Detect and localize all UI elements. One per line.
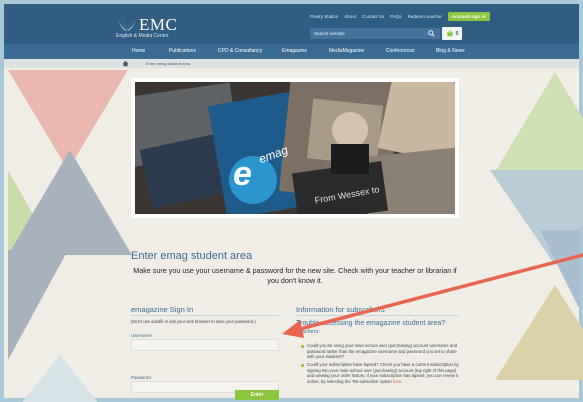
basket-button[interactable]: 0 (442, 27, 462, 40)
enter-button[interactable]: Enter (235, 390, 279, 400)
basket-icon (446, 30, 453, 37)
top-links: Poetry Station About Contact Us FAQs Red… (310, 12, 490, 21)
hero-banner: e emag From Wessex to (131, 78, 459, 218)
background-triangle (8, 150, 132, 255)
top-link-contact[interactable]: Contact Us (362, 14, 384, 19)
logo-subtitle: English & Media Centre (116, 33, 169, 39)
username-label: Username (131, 333, 152, 338)
info-bullet-text: Could your subscription have lapsed? Che… (307, 362, 459, 384)
main-content: Enter emag student area Make sure you us… (131, 250, 459, 400)
background-triangle (20, 355, 100, 402)
trouble-heading: Trouble accessing the emagazine student … (296, 320, 446, 327)
info-bullet: Could your subscription have lapsed? Che… (301, 362, 459, 384)
search-box (310, 28, 440, 39)
nav-conferences[interactable]: Conferences (386, 48, 414, 54)
account-sign-in-button[interactable]: Account sign in (447, 12, 490, 21)
divider (296, 315, 459, 316)
breadcrumb-current: Enter emag student area (146, 61, 191, 66)
top-link-about[interactable]: About (344, 14, 356, 19)
top-link-faqs[interactable]: FAQs (390, 14, 401, 19)
background-triangle (495, 72, 583, 172)
breadcrumb: Enter emag student area (4, 59, 579, 68)
page-title: Enter emag student area (131, 250, 253, 262)
background-triangle (8, 250, 68, 360)
username-input[interactable] (131, 339, 279, 351)
info-bullet: Could you be using your main school user… (301, 343, 459, 360)
basket-count: 0 (455, 30, 459, 37)
magazine-collage-image: e emag From Wessex to (135, 82, 455, 214)
search-input[interactable] (314, 29, 424, 38)
autofill-note: (Don't use autofill or ask your web brow… (131, 319, 256, 324)
nav-publications[interactable]: Publications (169, 48, 196, 54)
nav-emagazine[interactable]: Emagazine (282, 48, 307, 54)
info-heading: Information for subscribers (296, 305, 385, 314)
logo-title: EMC (139, 15, 178, 34)
nav-cpd-consultancy[interactable]: CPD & Consultancy (218, 48, 262, 54)
hero-image: e emag From Wessex to (135, 82, 455, 214)
nav-home[interactable]: Home (132, 48, 145, 54)
divider (131, 315, 279, 316)
teachers-label: Teachers: (296, 329, 320, 335)
background-triangle (495, 285, 583, 380)
emc-leaf-logo-icon (118, 19, 136, 31)
top-link-redeem-voucher[interactable]: Redeem voucher (408, 14, 442, 19)
main-nav: Home Publications CPD & Consultancy Emag… (4, 44, 579, 59)
resubscribe-link[interactable]: here (393, 379, 402, 384)
top-link-poetry-station[interactable]: Poetry Station (310, 14, 338, 19)
site-header: EMC English & Media Centre Poetry Statio… (4, 4, 579, 44)
home-icon[interactable] (122, 60, 129, 67)
svg-text:e: e (233, 155, 252, 193)
search-icon[interactable] (428, 30, 435, 37)
signin-heading: emagazine Sign In (131, 305, 194, 314)
nav-blog-news[interactable]: Blog & News (436, 48, 465, 54)
password-label: Password (131, 375, 151, 380)
page-frame: EMC English & Media Centre Poetry Statio… (0, 0, 583, 402)
intro-text: Make sure you use your username & passwo… (133, 266, 457, 285)
nav-mediamagazine[interactable]: MediaMagazine (329, 48, 364, 54)
